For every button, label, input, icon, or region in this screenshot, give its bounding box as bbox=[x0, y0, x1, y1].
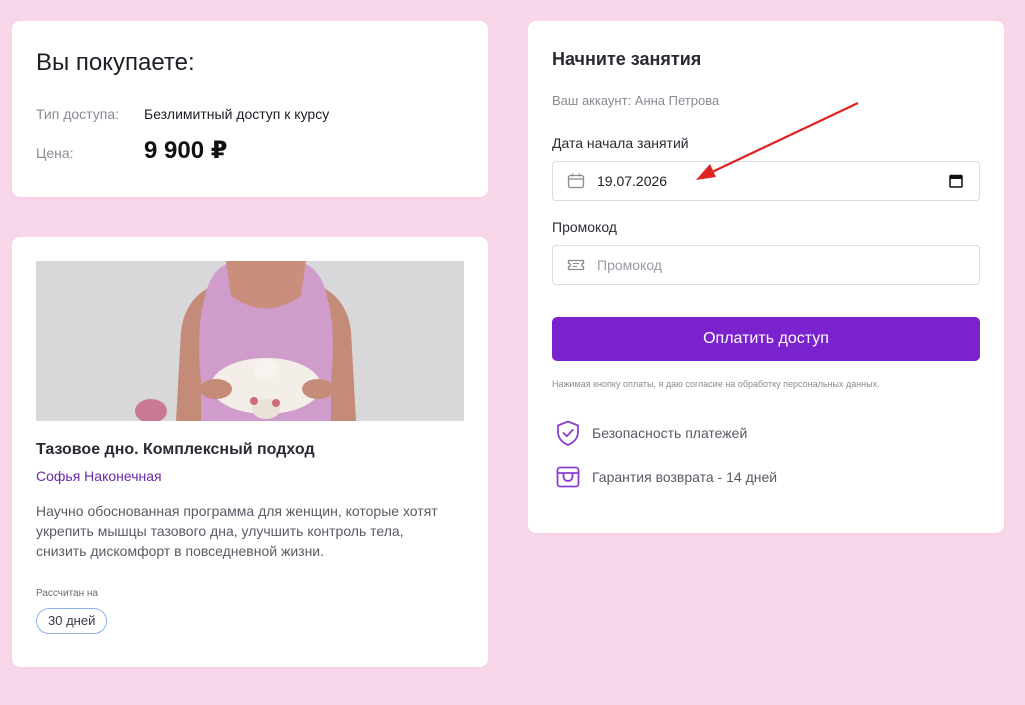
course-image bbox=[36, 261, 464, 421]
checkout-title: Начните занятия bbox=[552, 49, 702, 69]
course-description: Научно обоснованная программа для женщин… bbox=[36, 503, 438, 559]
pay-access-button[interactable]: Оплатить доступ bbox=[552, 317, 980, 361]
course-photo bbox=[36, 261, 464, 421]
feature-label: Гарантия возврата - 14 дней bbox=[592, 469, 778, 485]
refund-box-icon bbox=[556, 466, 580, 488]
course-title: Тазовое дно. Комплексный подход bbox=[36, 441, 315, 458]
access-type-label: Тип доступа: bbox=[36, 106, 120, 122]
course-card: Тазовое дно. Комплексный подход Софья На… bbox=[12, 237, 488, 667]
feature-label: Безопасность платежей bbox=[592, 425, 748, 441]
price-label: Цена: bbox=[36, 145, 74, 161]
access-type-value: Безлимитный доступ к курсу bbox=[144, 106, 330, 122]
promo-input[interactable]: Промокод bbox=[552, 245, 980, 285]
course-author[interactable]: Софья Наконечная bbox=[36, 468, 162, 484]
start-date-label: Дата начала занятий bbox=[552, 135, 689, 151]
checkout-card: Начните занятия Ваш аккаунт: Анна Петров… bbox=[528, 21, 1004, 533]
account-info: Ваш аккаунт: Анна Петрова bbox=[552, 93, 720, 108]
start-date-input[interactable]: 19.07.2026 bbox=[552, 161, 980, 201]
shield-check-icon bbox=[557, 420, 579, 446]
date-picker-icon[interactable] bbox=[949, 174, 963, 188]
purchase-summary-card: Вы покупаете: Тип доступа: Безлимитный д… bbox=[12, 21, 488, 197]
start-date-value: 19.07.2026 bbox=[597, 173, 668, 189]
promo-label: Промокод bbox=[552, 219, 617, 235]
calendar-icon bbox=[567, 173, 585, 189]
summary-title: Вы покупаете: bbox=[36, 49, 195, 76]
ticket-icon bbox=[567, 259, 585, 271]
promo-placeholder: Промокод bbox=[597, 257, 662, 273]
price-value: 9 900 ₽ bbox=[144, 137, 228, 164]
duration-label: Рассчитан на bbox=[36, 588, 98, 599]
consent-note: Нажимая кнопку оплаты, я даю согласие на… bbox=[552, 379, 880, 389]
duration-badge: 30 дней bbox=[36, 608, 108, 634]
